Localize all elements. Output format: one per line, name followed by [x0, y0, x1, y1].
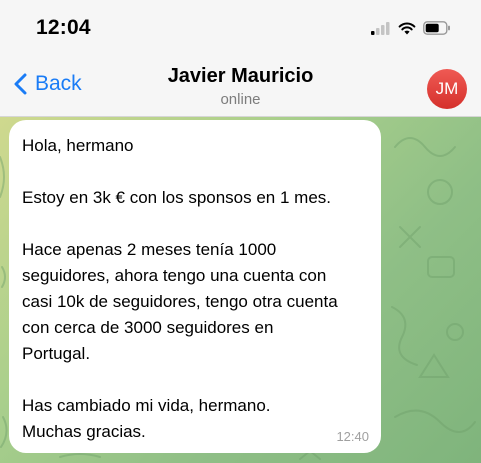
- contact-status: online: [220, 91, 261, 108]
- battery-icon: [423, 21, 450, 35]
- message-line: Hace apenas 2 meses tenía 1000: [22, 240, 277, 259]
- status-icons: [371, 21, 451, 35]
- contact-name: Javier Mauricio: [167, 65, 314, 87]
- message-bubble[interactable]: Hola, hermano Estoy en 3k € con los spon…: [9, 120, 381, 453]
- message-line: seguidores, ahora tengo una cuenta con: [22, 266, 327, 285]
- message-line: casi 10k de seguidores, tengo otra cuent…: [22, 292, 338, 311]
- avatar-initials: JM: [435, 79, 459, 98]
- message-paragraph: Hace apenas 2 meses tenía 1000 seguidore…: [22, 237, 369, 367]
- message-line: Estoy en 3k € con los sponsos en 1 mes.: [22, 188, 332, 207]
- status-bar: 12:04: [0, 0, 481, 52]
- message-line: Muchas gracias.: [22, 422, 146, 441]
- message-paragraph: Estoy en 3k € con los sponsos en 1 mes.: [22, 185, 369, 211]
- message-line: Has cambiado mi vida, hermano.: [22, 396, 271, 415]
- status-time: 12:04: [36, 16, 91, 39]
- contact-info[interactable]: Javier Mauricio online: [0, 65, 481, 108]
- message-line: Portugal.: [22, 344, 91, 363]
- wifi-icon: [398, 22, 416, 34]
- message-text: Hola, hermano Estoy en 3k € con los spon…: [22, 133, 369, 445]
- message-timestamp: 12:40: [336, 429, 369, 444]
- message-line: Hola, hermano: [22, 136, 134, 155]
- chat-header: Back Javier Mauricio online JM: [0, 52, 481, 117]
- avatar[interactable]: JM: [427, 69, 467, 109]
- chat-background: Hola, hermano Estoy en 3k € con los spon…: [0, 117, 481, 463]
- cellular-signal-icon: [371, 21, 390, 35]
- message-line: con cerca de 3000 seguidores en: [22, 318, 274, 337]
- message-paragraph: Has cambiado mi vida, hermano. Muchas gr…: [22, 393, 369, 445]
- message-paragraph: Hola, hermano: [22, 133, 369, 159]
